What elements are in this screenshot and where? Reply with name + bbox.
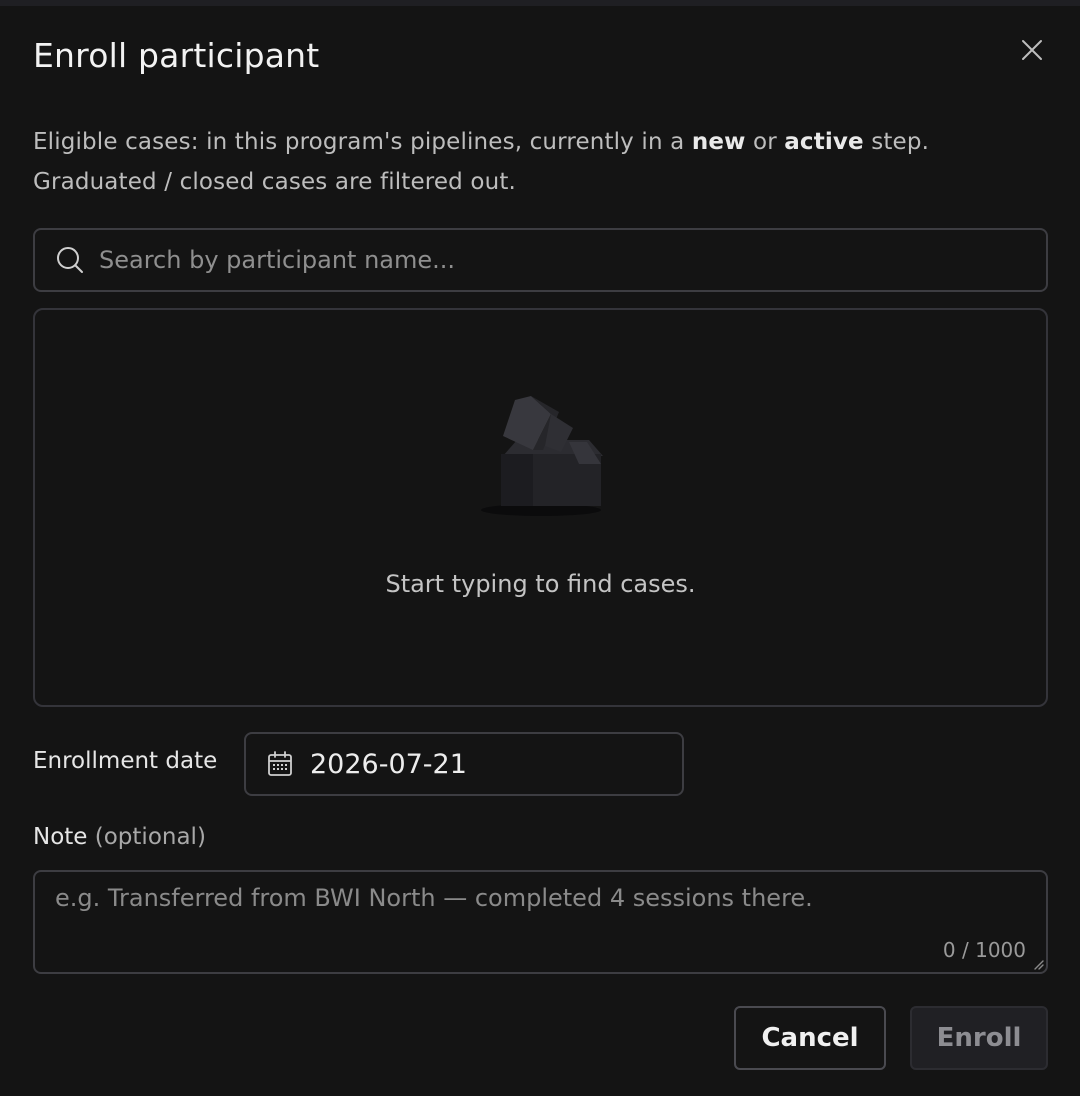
empty-message: Start typing to find cases. bbox=[385, 570, 696, 598]
enrollment-date-picker[interactable]: 2026-07-21 bbox=[244, 732, 684, 796]
enroll-button[interactable]: Enroll bbox=[910, 1006, 1048, 1070]
note-textarea[interactable] bbox=[35, 872, 1046, 972]
note-field[interactable]: 0 / 1000 bbox=[33, 870, 1048, 974]
search-field[interactable] bbox=[33, 228, 1048, 292]
eligibility-description: Eligible cases: in this program's pipeli… bbox=[33, 122, 1053, 202]
note-label-text: Note bbox=[33, 824, 88, 850]
enrollment-date-value: 2026-07-21 bbox=[310, 748, 467, 780]
description-new: new bbox=[691, 129, 746, 155]
enrollment-date-label: Enrollment date bbox=[33, 748, 218, 774]
cancel-button[interactable]: Cancel bbox=[734, 1006, 886, 1070]
resize-handle-icon[interactable] bbox=[1032, 958, 1044, 970]
note-label: Note (optional) bbox=[33, 824, 206, 850]
description-active: active bbox=[784, 129, 864, 155]
description-middle: or bbox=[745, 129, 785, 155]
calendar-icon bbox=[266, 749, 296, 779]
description-prefix: Eligible cases: in this program's pipeli… bbox=[33, 129, 692, 155]
search-input[interactable] bbox=[99, 230, 1046, 290]
enroll-participant-dialog: Enroll participant Eligible cases: in th… bbox=[0, 0, 1080, 1096]
character-counter: 0 / 1000 bbox=[942, 938, 1026, 962]
close-icon bbox=[1022, 40, 1042, 60]
note-optional-hint: (optional) bbox=[94, 824, 206, 850]
search-icon bbox=[55, 245, 85, 275]
results-list: Start typing to find cases. bbox=[33, 308, 1048, 707]
close-button[interactable] bbox=[1012, 30, 1052, 70]
dialog-title: Enroll participant bbox=[33, 36, 320, 75]
empty-box-icon bbox=[481, 396, 603, 516]
